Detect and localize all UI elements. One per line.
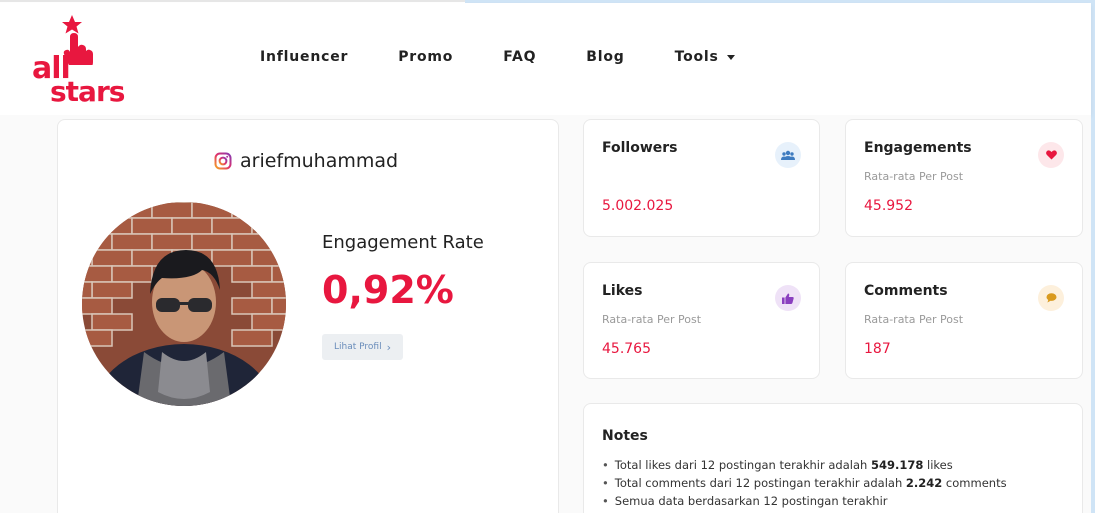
- notes-list: Total likes dari 12 postingan terakhir a…: [602, 458, 1007, 512]
- likes-value: 45.765: [602, 341, 651, 357]
- notes-item-total-likes: Total likes dari 12 postingan terakhir a…: [602, 458, 1007, 473]
- engagement-rate-value: 0,92%: [322, 268, 454, 312]
- comment-icon: [1038, 285, 1064, 311]
- profile-username[interactable]: ariefmuhammad: [214, 150, 398, 172]
- followers-title: Followers: [602, 140, 678, 156]
- heart-icon: [1038, 142, 1064, 168]
- notes-card: Notes Total likes dari 12 postingan tera…: [583, 403, 1083, 513]
- engagements-value: 45.952: [864, 198, 913, 214]
- username-text: ariefmuhammad: [240, 150, 399, 172]
- comments-subtitle: Rata-rata Per Post: [864, 313, 964, 326]
- followers-value: 5.002.025: [602, 198, 674, 214]
- engagements-subtitle: Rata-rata Per Post: [864, 170, 964, 183]
- nav-blog-label: Blog: [586, 49, 625, 65]
- nav-faq[interactable]: FAQ: [503, 49, 536, 65]
- notes-item-data-basis: Semua data berdasarkan 12 postingan tera…: [602, 494, 1007, 509]
- nav-promo[interactable]: Promo: [398, 49, 453, 65]
- engagements-card: Engagements Rata-rata Per Post 45.952: [845, 119, 1083, 237]
- instagram-icon: [214, 152, 232, 170]
- profile-avatar: [82, 202, 286, 406]
- likes-title: Likes: [602, 283, 643, 299]
- notes-item-total-comments: Total comments dari 12 postingan terakhi…: [602, 476, 1007, 491]
- chevron-right-icon: ›: [386, 340, 391, 354]
- nav-faq-label: FAQ: [503, 49, 537, 65]
- followers-card: Followers 5.002.025: [583, 119, 820, 237]
- view-profile-label: Lihat Profil: [334, 342, 382, 352]
- comments-card: Comments Rata-rata Per Post 187: [845, 262, 1083, 379]
- comments-title: Comments: [864, 283, 948, 299]
- caret-down-icon: [726, 54, 735, 60]
- nav-influencer-label: Influencer: [260, 49, 349, 65]
- logo-text-bottom: stars: [50, 75, 125, 108]
- engagements-title: Engagements: [864, 140, 972, 156]
- top-border: [0, 0, 465, 2]
- likes-card: Likes Rata-rata Per Post 45.765: [583, 262, 820, 379]
- nav-influencer[interactable]: Influencer: [260, 49, 348, 65]
- users-icon: [775, 142, 801, 168]
- window-edge-right: [1091, 0, 1095, 513]
- nav-tools-label: Tools: [674, 49, 719, 65]
- nav-tools-dropdown[interactable]: Tools: [675, 49, 735, 65]
- thumbs-up-icon: [775, 285, 801, 311]
- view-profile-button[interactable]: Lihat Profil ›: [322, 334, 403, 360]
- comments-value: 187: [864, 341, 891, 357]
- site-header: all stars Influencer Promo FAQ Blog Tool…: [0, 3, 1091, 115]
- nav-promo-label: Promo: [398, 49, 454, 65]
- engagement-rate-label: Engagement Rate: [322, 232, 484, 253]
- profile-card: ariefmuhammad Engagement Rate 0,92% Liha…: [57, 119, 559, 513]
- allstars-logo[interactable]: all stars: [28, 15, 128, 108]
- notes-title: Notes: [602, 428, 648, 444]
- nav-blog[interactable]: Blog: [586, 49, 624, 65]
- main-nav: Influencer Promo FAQ Blog Tools: [260, 49, 785, 65]
- likes-subtitle: Rata-rata Per Post: [602, 313, 702, 326]
